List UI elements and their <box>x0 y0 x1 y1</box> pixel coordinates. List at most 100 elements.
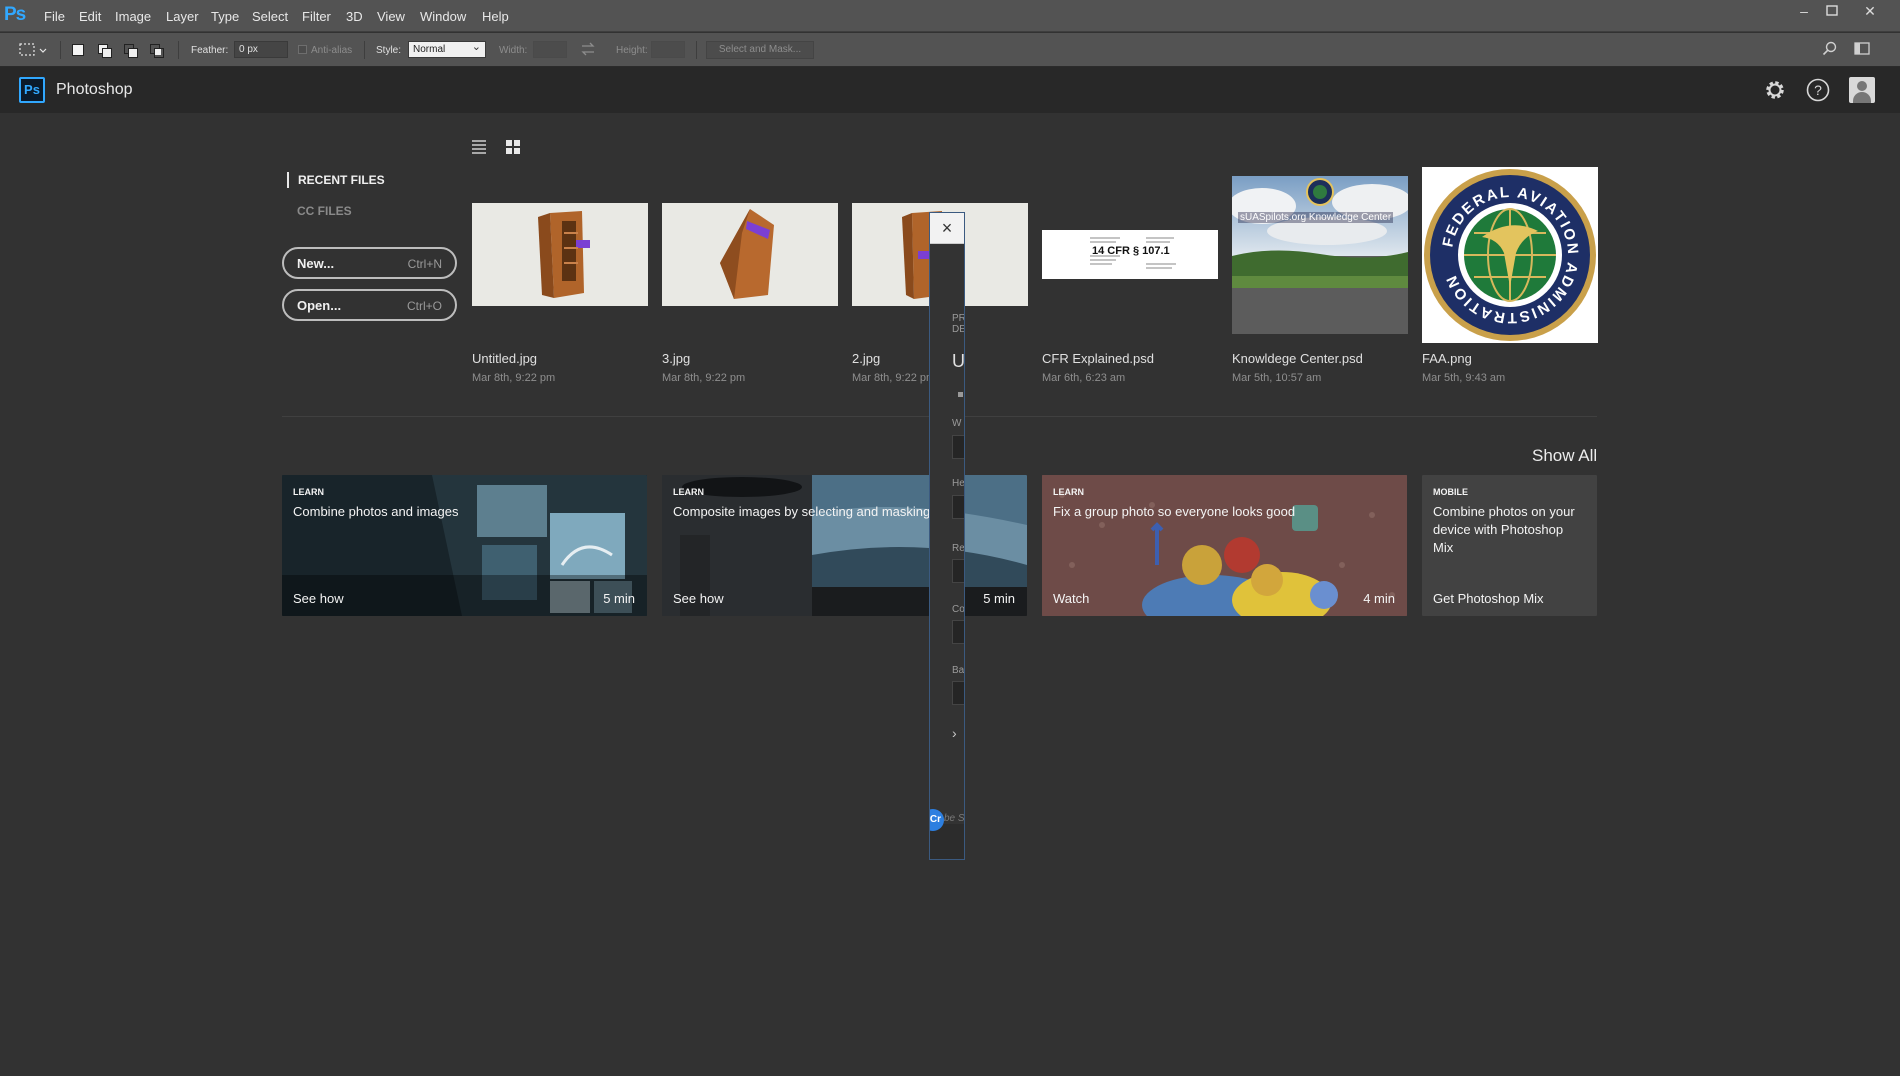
dialog-color-mode-label: Co <box>952 604 965 615</box>
dialog-background-select[interactable] <box>952 681 964 705</box>
learn-card-action[interactable]: Watch <box>1053 591 1089 606</box>
learn-card-group-photo[interactable]: LEARN Fix a group photo so everyone look… <box>1042 475 1407 616</box>
dialog-height-input[interactable] <box>952 495 964 519</box>
dialog-width-input[interactable] <box>952 435 964 459</box>
new-selection-icon[interactable] <box>70 42 86 58</box>
style-select[interactable]: Normal <box>408 40 486 58</box>
open-button[interactable]: Open... Ctrl+O <box>282 289 457 321</box>
open-shortcut: Ctrl+O <box>406 299 442 313</box>
open-button-label: Open... <box>297 298 342 313</box>
learn-card-action[interactable]: Get Photoshop Mix <box>1433 591 1544 606</box>
file-date: Mar 6th, 6:23 am <box>1042 372 1126 384</box>
file-name: 3.jpg <box>662 351 691 366</box>
add-to-selection-icon[interactable] <box>96 42 112 58</box>
learn-card-action[interactable]: See how <box>673 591 724 606</box>
dialog-close-icon[interactable]: × <box>930 213 964 244</box>
learn-card-duration: 5 min <box>603 591 635 606</box>
separator <box>696 41 697 59</box>
file-date: Mar 8th, 9:22 pm <box>852 372 936 384</box>
learn-card-combine-photos[interactable]: LEARN Combine photos and images See how … <box>282 475 647 616</box>
options-bar: Feather: 0 px Anti-alias Style: Normal W… <box>0 33 1900 67</box>
intersect-selection-icon[interactable] <box>148 42 164 58</box>
app-title: Photoshop <box>56 81 133 98</box>
close-window-icon[interactable]: ✕ <box>1856 2 1884 22</box>
recent-file-untitled[interactable]: Untitled.jpg Mar 8th, 9:22 pm <box>472 167 648 387</box>
learn-card-duration: 4 min <box>1363 591 1395 606</box>
menu-image[interactable]: Image <box>115 9 151 24</box>
cfr-thumb-text: 14 CFR § 107.1 <box>1092 245 1170 257</box>
maximize-icon[interactable] <box>1818 2 1846 22</box>
dialog-fragment: DE <box>952 324 965 335</box>
learn-card-title: Composite images by selecting and maskin… <box>673 504 931 519</box>
workspace-icon[interactable] <box>1854 42 1870 61</box>
file-name: CFR Explained.psd <box>1042 351 1154 366</box>
marquee-tool-icon[interactable] <box>18 41 48 64</box>
nav-cc-files[interactable]: CC FILES <box>297 204 352 218</box>
file-name: Knowldege Center.psd <box>1232 351 1363 366</box>
learn-card-tag: LEARN <box>673 487 704 497</box>
settings-gear-icon[interactable] <box>1762 77 1788 103</box>
search-icon[interactable] <box>1822 41 1838 62</box>
dialog-height-label: He <box>952 478 965 489</box>
dialog-resolution-input[interactable] <box>952 559 964 583</box>
menu-window[interactable]: Window <box>420 9 466 24</box>
dialog-advanced-chevron-icon[interactable]: › <box>952 725 957 741</box>
list-view-icon[interactable] <box>470 138 488 156</box>
height-input[interactable] <box>651 41 685 58</box>
menu-view[interactable]: View <box>377 9 405 24</box>
menu-type[interactable]: Type <box>211 9 239 24</box>
dialog-search-input[interactable]: be S <box>944 813 964 824</box>
menu-filter[interactable]: Filter <box>302 9 331 24</box>
learn-card-composite-images[interactable]: LEARN Composite images by selecting and … <box>662 475 1027 616</box>
dialog-width-label: W <box>952 418 962 429</box>
help-icon[interactable]: ? <box>1805 77 1831 103</box>
learn-card-image <box>1042 475 1407 616</box>
dialog-save-preset-icon[interactable] <box>958 392 963 397</box>
mobile-card-photoshop-mix[interactable]: MOBILE Combine photos on your device wit… <box>1422 475 1597 616</box>
file-date: Mar 5th, 10:57 am <box>1232 372 1322 384</box>
anti-alias-checkbox[interactable] <box>298 45 307 54</box>
learn-card-action[interactable]: See how <box>293 591 344 606</box>
file-name: Untitled.jpg <box>472 351 538 366</box>
new-button[interactable]: New... Ctrl+N <box>282 247 457 279</box>
recent-file-faa[interactable]: FEDERAL AVIATION ADMINISTRATION FAA.png … <box>1422 167 1598 387</box>
file-thumbnail: FEDERAL AVIATION ADMINISTRATION <box>1422 167 1598 343</box>
dialog-resolution-label: Re <box>952 543 965 554</box>
menu-help[interactable]: Help <box>482 9 509 24</box>
menu-edit[interactable]: Edit <box>79 9 101 24</box>
learn-card-tag: LEARN <box>293 487 324 497</box>
start-header: Ps Photoshop ? <box>0 67 1900 113</box>
file-date: Mar 8th, 9:22 pm <box>472 372 556 384</box>
recent-file-cfr-explained[interactable]: 14 CFR § 107.1 CFR Explained.psd Mar 6th… <box>1042 167 1218 387</box>
show-all-link[interactable]: Show All <box>1532 446 1597 466</box>
nav-recent-files[interactable]: RECENT FILES <box>287 172 385 188</box>
height-label: Height: <box>616 45 648 56</box>
swap-width-height-icon[interactable] <box>580 42 596 61</box>
user-avatar-icon[interactable] <box>1849 77 1875 103</box>
style-label: Style: <box>376 45 402 56</box>
faa-seal-icon: FEDERAL AVIATION ADMINISTRATION <box>1424 169 1596 341</box>
width-label: Width: <box>499 45 528 56</box>
menu-select[interactable]: Select <box>252 9 288 24</box>
recent-file-knowledge-center[interactable]: sUASpilots.org Knowledge Center Knowldeg… <box>1232 167 1408 387</box>
subtract-from-selection-icon[interactable] <box>122 42 138 58</box>
menu-layer[interactable]: Layer <box>166 9 199 24</box>
width-input[interactable] <box>533 41 567 58</box>
menu-file[interactable]: File <box>44 9 65 24</box>
menu-3d[interactable]: 3D <box>346 9 363 24</box>
grid-view-icon[interactable] <box>504 138 522 156</box>
dialog-fragment: PR <box>952 313 965 324</box>
feather-input[interactable]: 0 px <box>234 41 288 58</box>
dialog-title-fragment: U <box>952 351 965 371</box>
recent-file-3[interactable]: 3.jpg Mar 8th, 9:22 pm <box>662 167 838 387</box>
dialog-color-mode-select[interactable] <box>952 620 964 644</box>
learn-card-tag: LEARN <box>1053 487 1084 497</box>
file-thumbnail <box>662 203 838 306</box>
select-and-mask-button[interactable]: Select and Mask... <box>706 41 814 59</box>
separator <box>364 41 365 59</box>
file-thumbnail <box>472 203 648 306</box>
learn-card-tag: MOBILE <box>1433 487 1468 497</box>
photoshop-badge-icon: Ps <box>19 77 45 103</box>
minimize-icon[interactable]: – <box>1790 2 1818 22</box>
file-thumbnail: sUASpilots.org Knowledge Center <box>1232 176 1408 334</box>
